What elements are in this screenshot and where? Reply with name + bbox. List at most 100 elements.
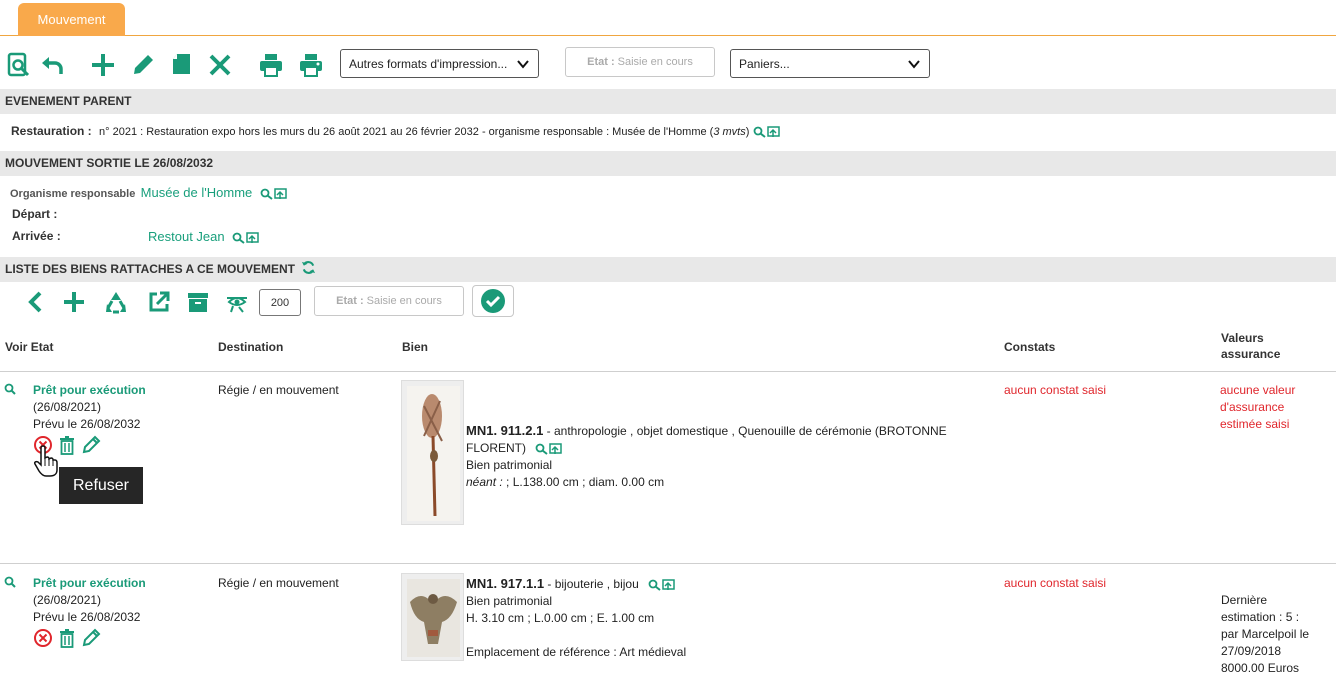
- tab-bar: Mouvement: [0, 0, 1336, 36]
- row-1-constats: aucun constat saisi: [1004, 383, 1107, 397]
- row-1-bien-dims: néant : ; L.138.00 cm ; diam. 0.00 cm: [466, 474, 947, 491]
- row-2-bien-desc: - bijouterie , bijou: [544, 577, 639, 591]
- open-window-icon[interactable]: [767, 126, 780, 138]
- row-2-valeur-2: estimation : 5 :: [1221, 610, 1300, 624]
- row-2-valeur-1: Dernière: [1221, 593, 1268, 607]
- col-destination[interactable]: Destination: [218, 340, 283, 354]
- row-2-prevu: Prévu le 26/08/2032: [33, 610, 141, 624]
- refuse-tooltip: Refuser: [59, 467, 143, 504]
- parent-event-line: Restauration : n° 2021 : Restauration ex…: [11, 124, 780, 138]
- col-constats[interactable]: Constats: [1004, 340, 1055, 354]
- edit-icon[interactable]: [81, 435, 101, 455]
- arrivee-link[interactable]: Restout Jean: [148, 229, 225, 244]
- search-icon[interactable]: [535, 443, 548, 455]
- parent-event-close: ): [745, 126, 750, 138]
- open-window-icon[interactable]: [273, 188, 287, 200]
- row-1-valeur-2: d'assurance: [1220, 400, 1285, 414]
- copy-icon[interactable]: [166, 50, 196, 80]
- etat-label: Etat :: [587, 56, 615, 68]
- delete-x-icon[interactable]: [205, 50, 235, 80]
- org-actions: [260, 188, 287, 200]
- row-2-bien: MN1. 917.1.1 - bijouterie , bijou Bien p…: [466, 575, 686, 661]
- arrivee-actions: [232, 232, 259, 244]
- col-valeurs-line1: Valeurs: [1221, 331, 1264, 345]
- back-chevron-icon[interactable]: [21, 287, 51, 317]
- edit-icon[interactable]: [81, 628, 101, 648]
- org-responsable-link[interactable]: Musée de l'Homme: [141, 185, 253, 200]
- row-2-bien-actions: [648, 579, 675, 591]
- search-icon[interactable]: [232, 232, 245, 244]
- list-etat-label: Etat :: [336, 295, 364, 307]
- page-size-input[interactable]: 200: [259, 289, 301, 316]
- depart-line: Départ :: [12, 207, 57, 221]
- print-formats-select[interactable]: Autres formats d'impression...: [340, 49, 539, 78]
- col-valeurs-line2: assurance: [1221, 347, 1281, 361]
- arrivee-line: Arrivée :: [12, 229, 61, 243]
- depart-label: Départ :: [12, 207, 58, 221]
- row-1-date: (26/08/2021): [33, 400, 102, 414]
- refresh-icon[interactable]: [301, 260, 316, 275]
- add-item-icon[interactable]: [59, 287, 89, 317]
- row-divider: [0, 563, 1336, 564]
- parent-event-text: n° 2021 : Restauration expo hors les mur…: [99, 126, 714, 138]
- search-icon[interactable]: [753, 126, 766, 138]
- archive-icon[interactable]: [183, 287, 213, 317]
- validate-button[interactable]: [472, 285, 514, 317]
- col-bien[interactable]: Bien: [402, 340, 428, 354]
- row-1-valeur-1: aucune valeur: [1220, 383, 1296, 397]
- row-1-dim-label: néant :: [466, 475, 503, 489]
- etat-status-box: Etat : Saisie en cours: [565, 47, 715, 77]
- list-etat-value: Saisie en cours: [366, 295, 442, 307]
- hand-cursor-icon: [34, 445, 58, 477]
- eye-symbol-icon[interactable]: [222, 287, 252, 317]
- row-2-thumbnail[interactable]: [401, 573, 464, 661]
- row-2-actions: [33, 628, 146, 648]
- row-2-date: (26/08/2021): [33, 593, 102, 607]
- open-window-icon[interactable]: [549, 443, 563, 455]
- row-2-destination: Régie / en mouvement: [218, 576, 339, 590]
- row-2-valeur-4: 27/09/2018: [1221, 644, 1282, 658]
- row-1-bien-desc: - anthropologie , objet domestique , Que…: [543, 424, 947, 438]
- search-document-icon[interactable]: [4, 50, 34, 80]
- trash-icon[interactable]: [57, 628, 77, 648]
- col-valeurs[interactable]: Valeurs assurance: [1221, 331, 1280, 361]
- row-1-prevu: Prévu le 26/08/2032: [33, 417, 141, 431]
- bijou-image: [407, 579, 460, 657]
- print-alt-icon[interactable]: [296, 50, 326, 80]
- row-1-bien-actions: [535, 443, 563, 455]
- edit-pencil-icon[interactable]: [128, 50, 158, 80]
- row-1-bien-id[interactable]: MN1. 911.2.1: [466, 423, 543, 438]
- row-1-status: Prêt pour exécution: [33, 383, 146, 397]
- row-2-constats: aucun constat saisi: [1004, 576, 1107, 590]
- parent-event-mvts: 3 mvts: [713, 126, 746, 138]
- liste-biens-title: LISTE DES BIENS RATTACHES A CE MOUVEMENT: [5, 262, 296, 276]
- tab-mouvement[interactable]: Mouvement: [18, 3, 125, 36]
- external-link-icon[interactable]: [144, 287, 174, 317]
- recycle-icon[interactable]: [101, 287, 131, 317]
- row-1-thumbnail[interactable]: [401, 380, 464, 525]
- open-window-icon[interactable]: [662, 579, 675, 591]
- print-icon[interactable]: [256, 50, 286, 80]
- paniers-value: Paniers...: [739, 56, 790, 71]
- row-view-search-icon[interactable]: [4, 383, 16, 395]
- row-2-bien-id[interactable]: MN1. 917.1.1: [466, 576, 544, 591]
- print-formats-value: Autres formats d'impression...: [349, 56, 508, 71]
- search-icon[interactable]: [648, 579, 661, 591]
- open-window-icon[interactable]: [246, 232, 259, 244]
- row-2-status: Prêt pour exécution: [33, 576, 146, 590]
- quenouille-image: [407, 386, 460, 521]
- list-toolbar: 200 Etat : Saisie en cours: [0, 285, 1336, 321]
- refuse-icon[interactable]: [33, 628, 53, 648]
- row-2-valeurs: Dernière estimation : 5 : par Marcelpoil…: [1221, 592, 1309, 675]
- undo-icon[interactable]: [37, 50, 67, 80]
- arrivee-label: Arrivée :: [12, 229, 61, 243]
- row-1-bien: MN1. 911.2.1 - anthropologie , objet dom…: [466, 422, 947, 491]
- search-icon[interactable]: [260, 188, 273, 200]
- add-icon[interactable]: [88, 50, 118, 80]
- row-2-valeur-3: par Marcelpoil le: [1221, 627, 1310, 641]
- header-divider: [0, 371, 1336, 372]
- row-view-search-icon[interactable]: [4, 576, 16, 588]
- paniers-select[interactable]: Paniers...: [730, 49, 930, 78]
- col-voir-etat[interactable]: Voir Etat: [5, 340, 53, 354]
- row-2-bien-line1: MN1. 917.1.1 - bijouterie , bijou: [466, 575, 686, 593]
